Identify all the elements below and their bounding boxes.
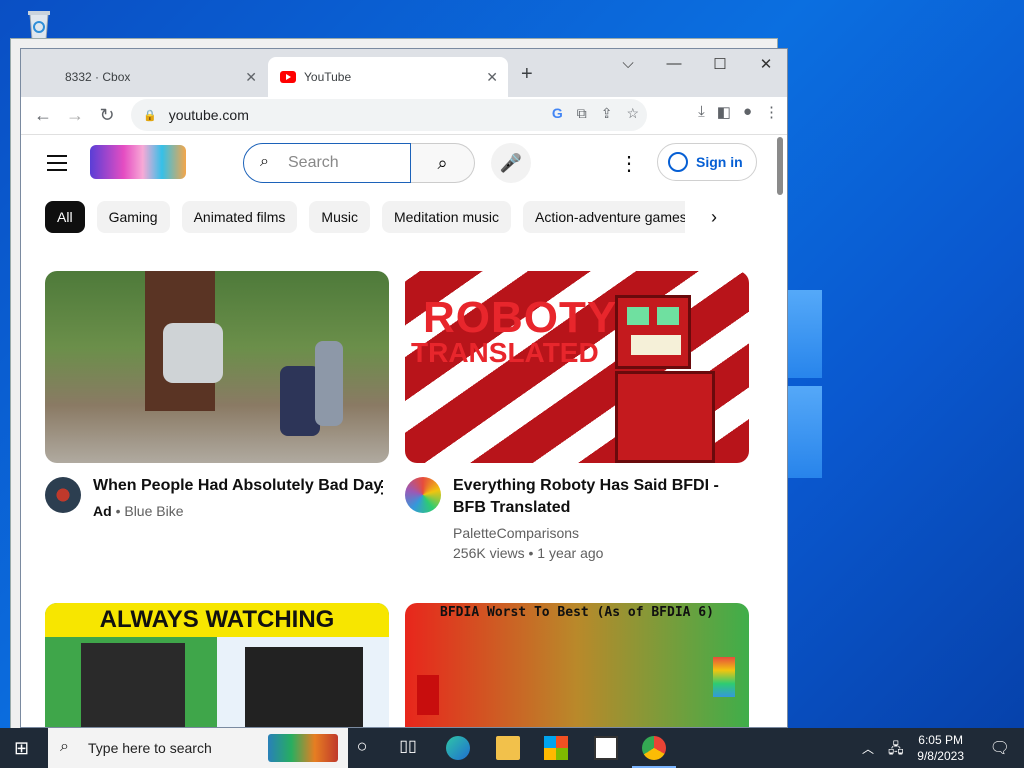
window-close-icon[interactable]: ✕ — [751, 55, 781, 73]
cortana-icon[interactable]: ○ — [350, 736, 374, 760]
scrollbar[interactable] — [777, 137, 783, 195]
title-line: BFB Translated — [453, 499, 571, 516]
video-menu-icon[interactable]: ⋮ — [373, 477, 391, 498]
reload-icon[interactable]: ↻ — [91, 105, 123, 126]
channel-avatar[interactable] — [405, 477, 441, 513]
taskbar-search-input[interactable]: ⌕ Type here to search — [48, 728, 348, 768]
youtube-favicon-icon — [280, 71, 296, 83]
microphone-icon[interactable]: 🎤 — [491, 143, 531, 183]
channel-name[interactable]: PaletteComparisons — [453, 523, 579, 543]
open-in-app-icon[interactable]: ⧉ — [577, 105, 587, 122]
task-view-icon[interactable]: ▯▯ — [396, 736, 420, 760]
search-icon: ⌕ — [437, 153, 448, 173]
settings-kebab-icon[interactable]: ⋮ — [619, 151, 639, 176]
profile-icon[interactable]: ● — [743, 103, 752, 121]
thumbnail-text: BFDIA Worst To Best (As of BFDIA 6) — [440, 605, 714, 620]
views-age: 256K views • 1 year ago — [453, 545, 604, 561]
sign-in-label: Sign in — [696, 154, 743, 170]
video-thumbnail[interactable]: ALWAYS WATCHING — [45, 603, 389, 727]
chrome-taskbar-icon[interactable] — [642, 736, 666, 760]
chip-music[interactable]: Music — [309, 201, 370, 233]
edge-icon[interactable] — [446, 736, 470, 760]
microsoft-store-icon[interactable] — [544, 736, 568, 760]
close-icon[interactable]: ✕ — [486, 69, 498, 86]
video-thumbnail[interactable] — [45, 271, 389, 463]
clock-date: 9/8/2023 — [917, 749, 964, 763]
taskbar-search-placeholder: Type here to search — [88, 740, 212, 756]
video-thumbnail[interactable]: BFDIA Worst To Best (As of BFDIA 6) — [405, 603, 749, 727]
system-clock[interactable]: 6:05 PM 9/8/2023 — [917, 732, 964, 764]
download-icon[interactable]: ⤓ — [698, 103, 705, 121]
chip-all[interactable]: All — [45, 201, 85, 233]
tab-cbox[interactable]: 8332 · Cbox ✕ — [21, 57, 267, 97]
video-title[interactable]: When People Had Absolutely Bad Day — [93, 475, 382, 497]
url-text: youtube.com — [168, 107, 249, 123]
youtube-doodle-logo[interactable] — [90, 145, 186, 179]
recycle-bin-icon[interactable] — [22, 8, 56, 42]
forward-icon[interactable]: → — [59, 105, 91, 126]
network-icon[interactable]: 🖧 — [888, 738, 904, 762]
tab-youtube[interactable]: YouTube ✕ — [268, 57, 508, 97]
sign-in-button[interactable]: Sign in — [657, 143, 757, 181]
chevron-up-icon[interactable]: ︿ — [862, 740, 874, 757]
chip-action-adventure[interactable]: Action-adventure games — [523, 201, 685, 233]
chip-animated-films[interactable]: Animated films — [181, 201, 298, 233]
search-highlight-icon — [268, 734, 338, 762]
notifications-icon[interactable]: 🗨 — [990, 738, 1010, 758]
thumbnail-text: ALWAYS WATCHING — [45, 603, 389, 637]
video-title[interactable]: Everything Roboty Has Said BFDI - BFB Tr… — [453, 475, 719, 519]
close-icon[interactable]: ✕ — [245, 69, 257, 86]
youtube-header: ⌕ Search ⌕ 🎤 ⋮ Sign in — [21, 135, 787, 191]
google-lens-icon[interactable]: G — [552, 105, 563, 122]
search-button[interactable]: ⌕ — [411, 143, 475, 183]
title-line: Everything Roboty Has Said BFDI - — [453, 477, 719, 494]
account-icon — [668, 152, 688, 172]
chip-gaming[interactable]: Gaming — [96, 201, 170, 233]
minimize-icon[interactable]: — — [659, 55, 689, 72]
search-input[interactable]: ⌕ Search — [243, 143, 411, 183]
file-explorer-icon[interactable] — [496, 736, 520, 760]
browser-toolbar: ← → ↻ 🔒 youtube.com G ⧉ ⇪ ☆ ⤓ ◧ ● ⋮ — [21, 97, 787, 135]
search-icon: ⌕ — [260, 153, 269, 170]
clock-time: 6:05 PM — [918, 733, 963, 747]
chip-meditation-music[interactable]: Meditation music — [381, 201, 512, 233]
chevron-right-icon[interactable]: › — [711, 207, 717, 228]
windows-start-icon[interactable]: ⊞ — [14, 738, 29, 759]
address-bar[interactable]: 🔒 youtube.com G ⧉ ⇪ ☆ — [131, 99, 647, 131]
search-icon: ⌕ — [60, 738, 69, 755]
back-icon[interactable]: ← — [27, 105, 59, 126]
new-tab-icon[interactable]: + — [521, 63, 533, 86]
tab-label: YouTube — [304, 70, 352, 84]
tab-strip: 8332 · Cbox ✕ YouTube ✕ + ⌵ — ☐ ✕ — [21, 49, 787, 97]
menu-icon[interactable] — [47, 155, 67, 176]
video-thumbnail[interactable]: ROBOTY TRANSLATED — [405, 271, 749, 463]
maximize-icon[interactable]: ☐ — [705, 55, 735, 73]
lock-icon[interactable]: 🔒 — [143, 109, 157, 122]
share-icon[interactable]: ⇪ — [601, 105, 613, 122]
video-meta: Ad • Blue Bike — [93, 501, 184, 521]
thumbnail-text: TRANSLATED — [411, 337, 599, 368]
ad-badge: Ad — [93, 503, 112, 519]
side-panel-icon[interactable]: ◧ — [717, 103, 731, 121]
search-placeholder: Search — [288, 154, 339, 171]
bookmark-star-icon[interactable]: ☆ — [626, 105, 639, 122]
thumbnail-text: ROBOTY — [423, 293, 618, 342]
windows-taskbar: ⊞ ⌕ Type here to search ○ ▯▯ ︿ 🖧 6:05 PM… — [0, 728, 1024, 768]
chrome-menu-icon[interactable]: ⋮ — [764, 103, 779, 121]
chip-bar: All Gaming Animated films Music Meditati… — [45, 201, 685, 233]
channel-name[interactable]: Blue Bike — [124, 503, 183, 519]
channel-avatar[interactable] — [45, 477, 81, 513]
tab-search-icon[interactable]: ⌵ — [613, 55, 643, 72]
tab-label: 8332 · Cbox — [65, 70, 131, 84]
chrome-window: 8332 · Cbox ✕ YouTube ✕ + ⌵ — ☐ ✕ ← → ↻ … — [20, 48, 788, 728]
mail-icon[interactable] — [594, 736, 618, 760]
